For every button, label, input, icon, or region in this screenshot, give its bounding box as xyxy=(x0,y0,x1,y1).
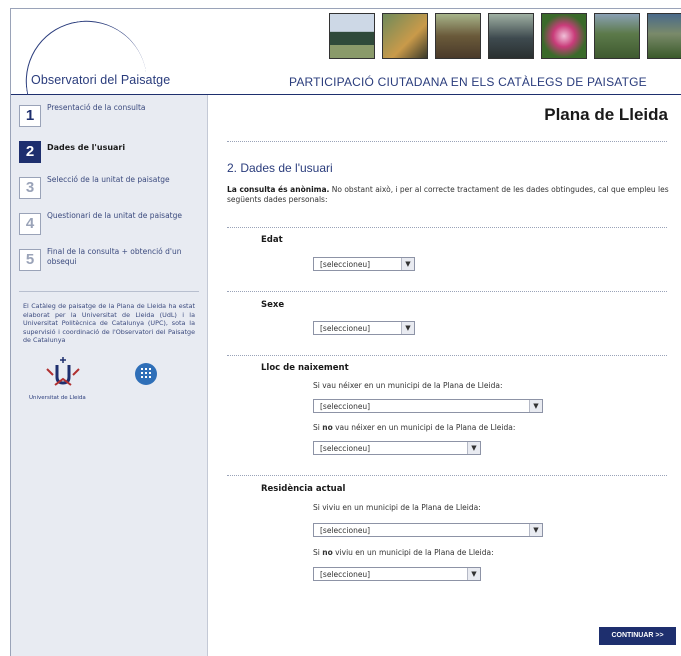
main-content: Plana de Lleida 2. Dades de l'usuari La … xyxy=(219,95,676,656)
divider xyxy=(227,291,667,292)
chevron-down-icon: ▼ xyxy=(467,442,480,454)
page-frame: Observatori del Paisatge PARTICIPACIÓ CI… xyxy=(10,8,681,656)
logo-text: Observatori del Paisatge xyxy=(31,73,171,87)
naixement-other-select[interactable]: [seleccioneu] ▼ xyxy=(313,441,481,455)
tree-photo xyxy=(329,13,375,59)
photo-strip xyxy=(329,13,681,59)
residencia-hint-1: Si viviu en un municipi de la Plana de L… xyxy=(313,503,481,512)
residencia-other-value: [seleccioneu] xyxy=(320,570,371,579)
residencia-local-value: [seleccioneu] xyxy=(320,526,371,535)
udl-caption: Universitat de Lleida xyxy=(29,394,86,401)
naixement-local-select[interactable]: [seleccioneu] ▼ xyxy=(313,399,543,413)
sexe-select-value: [seleccioneu] xyxy=(320,324,371,333)
building-photo xyxy=(488,13,534,59)
step-4: 4 Questionari de la unitat de paisatge xyxy=(19,211,201,241)
upc-logo-icon xyxy=(135,362,157,385)
step-3-number: 3 xyxy=(19,177,41,199)
step-3-label: Selecció de la unitat de paisatge xyxy=(47,175,170,184)
people-photo xyxy=(382,13,428,59)
credits-text: El Catàleg de paisatge de la Plana de Ll… xyxy=(23,302,195,345)
farm-photo xyxy=(435,13,481,59)
sidebar-divider xyxy=(19,291,199,292)
header: Observatori del Paisatge PARTICIPACIÓ CI… xyxy=(11,9,681,111)
divider xyxy=(227,227,667,228)
residencia-hint-2: Si no viviu en un municipi de la Plana d… xyxy=(313,548,494,557)
hint-bold: no xyxy=(322,423,333,432)
hint-bold: no xyxy=(322,548,333,557)
page-title: Plana de Lleida xyxy=(544,105,668,124)
step-4-label: Questionari de la unitat de paisatge xyxy=(47,211,182,220)
sidebar: 1 Presentació de la consulta 2 Dades de … xyxy=(11,95,208,656)
edat-select-value: [seleccioneu] xyxy=(320,260,371,269)
valley-photo xyxy=(594,13,640,59)
hint-post: viviu en un municipi de la Plana de Llei… xyxy=(332,548,494,557)
hint-pre: Si xyxy=(313,548,323,557)
chevron-down-icon: ▼ xyxy=(529,400,542,412)
sexe-label: Sexe xyxy=(261,300,285,310)
section-title: 2. Dades de l'usuari xyxy=(227,161,333,175)
flower-photo xyxy=(541,13,587,59)
udl-logo-icon xyxy=(46,356,80,386)
naixement-label: Lloc de naixement xyxy=(261,363,349,373)
step-2: 2 Dades de l'usuari xyxy=(19,139,201,169)
chevron-down-icon: ▼ xyxy=(401,322,414,334)
intro-text: La consulta és anònima. No obstant això,… xyxy=(227,185,672,204)
chevron-down-icon: ▼ xyxy=(401,258,414,270)
university-logos: Universitat de Lleida xyxy=(11,355,207,425)
step-1-number: 1 xyxy=(19,105,41,127)
continue-button[interactable]: CONTINUAR >> xyxy=(599,627,676,645)
hint-pre: Si xyxy=(313,423,323,432)
step-1-label: Presentació de la consulta xyxy=(47,103,146,112)
mountain-photo xyxy=(647,13,681,59)
residencia-local-select[interactable]: [seleccioneu] ▼ xyxy=(313,523,543,537)
intro-bold: La consulta és anònima. xyxy=(227,185,330,194)
step-5-number: 5 xyxy=(19,249,41,271)
step-1[interactable]: 1 Presentació de la consulta xyxy=(19,103,201,133)
naixement-other-value: [seleccioneu] xyxy=(320,444,371,453)
step-3: 3 Selecció de la unitat de paisatge xyxy=(19,175,201,205)
naixement-local-value: [seleccioneu] xyxy=(320,402,371,411)
hint-post: vau néixer en un municipi de la Plana de… xyxy=(332,423,516,432)
step-5: 5 Final de la consulta + obtenció d'un o… xyxy=(19,247,201,277)
chevron-down-icon: ▼ xyxy=(467,568,480,580)
naixement-hint-1: Si vau néixer en un municipi de la Plana… xyxy=(313,381,503,390)
edat-label: Edat xyxy=(261,235,283,245)
step-2-label: Dades de l'usuari xyxy=(47,143,126,152)
edat-select[interactable]: [seleccioneu] ▼ xyxy=(313,257,415,271)
step-2-number: 2 xyxy=(19,141,41,163)
header-title: PARTICIPACIÓ CIUTADANA EN ELS CATÀLEGS D… xyxy=(289,75,647,89)
chevron-down-icon: ▼ xyxy=(529,524,542,536)
step-5-label: Final de la consulta + obtenció d'un obs… xyxy=(47,247,182,266)
step-4-number: 4 xyxy=(19,213,41,235)
divider xyxy=(227,355,667,356)
residencia-label: Residència actual xyxy=(261,484,346,494)
sexe-select[interactable]: [seleccioneu] ▼ xyxy=(313,321,415,335)
title-divider xyxy=(227,141,667,142)
naixement-hint-2: Si no vau néixer en un municipi de la Pl… xyxy=(313,423,515,432)
residencia-other-select[interactable]: [seleccioneu] ▼ xyxy=(313,567,481,581)
divider xyxy=(227,475,667,476)
